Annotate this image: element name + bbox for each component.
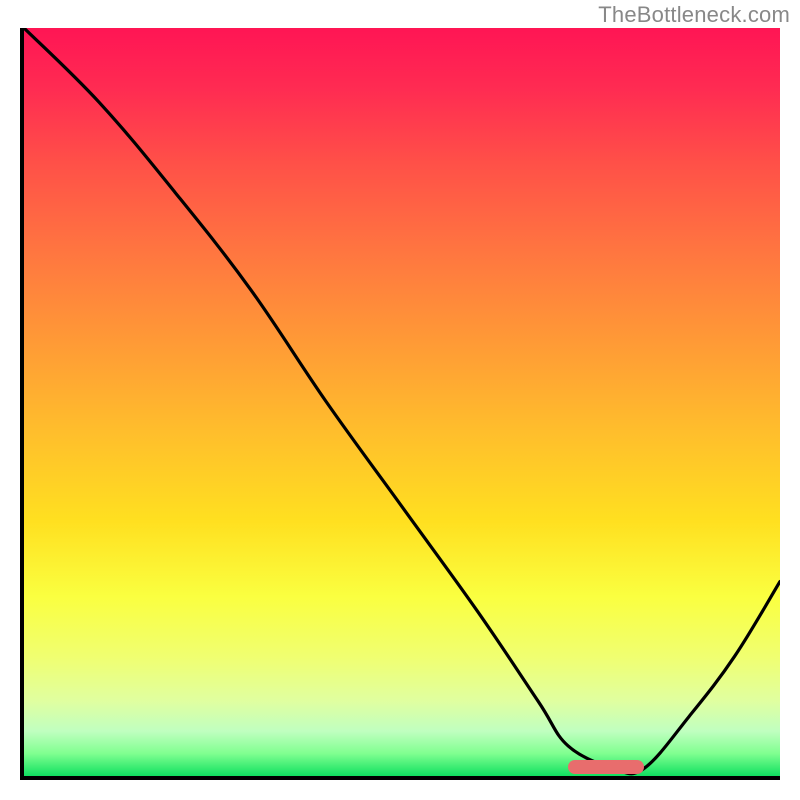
optimal-range-marker [568, 760, 644, 774]
plot-area [20, 28, 780, 780]
curve-svg [24, 28, 780, 776]
bottleneck-chart: TheBottleneck.com [0, 0, 800, 800]
watermark-text: TheBottleneck.com [598, 2, 790, 28]
bottleneck-curve-path [24, 28, 780, 774]
